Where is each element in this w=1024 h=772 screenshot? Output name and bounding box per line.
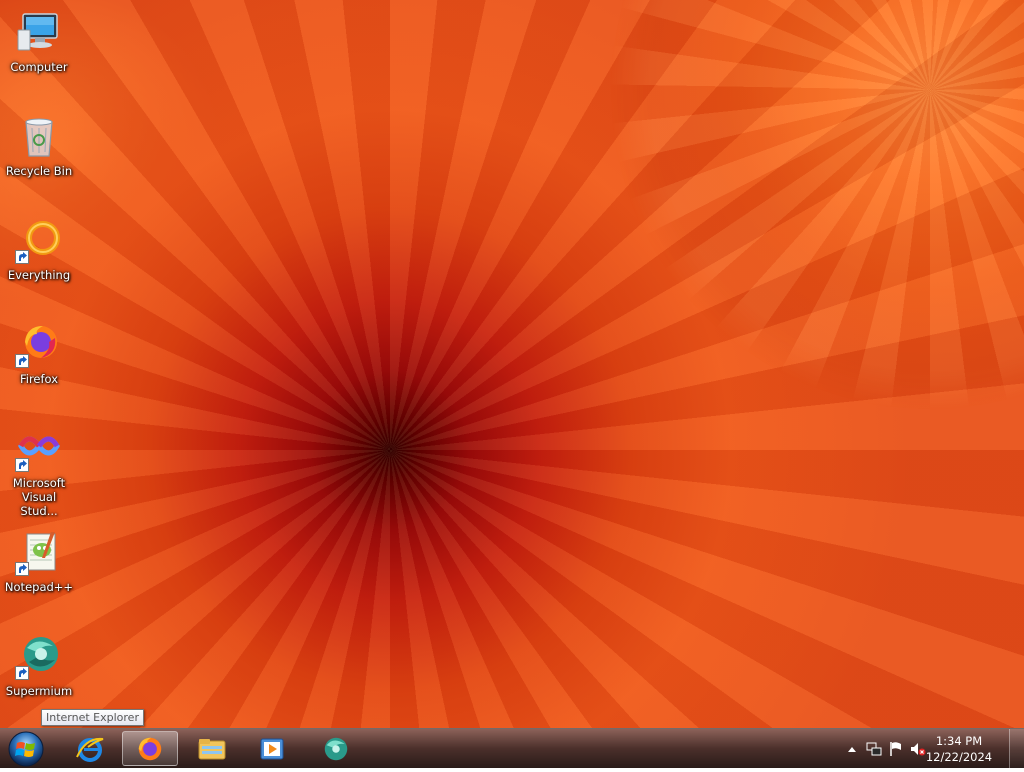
everything-icon [15, 216, 63, 264]
desktop-icon-label: Notepad++ [4, 580, 74, 594]
computer-icon [15, 8, 63, 56]
show-hidden-icons-icon[interactable] [844, 741, 860, 757]
desktop-icon-recycle-bin[interactable]: Recycle Bin [2, 106, 76, 202]
show-desktop-button[interactable] [1009, 729, 1024, 768]
desktop-icon-visual-studio[interactable]: Microsoft Visual Stud... [2, 418, 76, 518]
firefox-icon [15, 320, 63, 368]
shortcut-arrow-icon [15, 666, 29, 680]
start-button[interactable] [4, 730, 48, 768]
shortcut-arrow-icon [15, 562, 29, 576]
clock-date: 12/22/2024 [925, 750, 993, 764]
file-explorer-icon [198, 738, 226, 759]
taskbar: 1:34 PM 12/22/2024 [0, 728, 1024, 768]
desktop-icon-everything[interactable]: Everything [2, 210, 76, 306]
desktop-icon-label: Recycle Bin [5, 164, 73, 178]
internet-explorer-icon [76, 737, 104, 762]
desktop-icon-firefox[interactable]: Firefox [2, 314, 76, 410]
taskbar-internet-explorer[interactable] [62, 731, 118, 766]
notepad-plus-plus-icon [15, 528, 63, 576]
taskbar-firefox[interactable] [122, 731, 178, 766]
desktop-icon-label: Computer [10, 60, 68, 74]
shortcut-arrow-icon [15, 250, 29, 264]
clock[interactable]: 1:34 PM 12/22/2024 [924, 733, 994, 765]
visual-studio-icon [15, 424, 63, 472]
taskbar-supermium[interactable] [308, 731, 364, 766]
desktop-icon-label: Everything [7, 268, 71, 282]
shortcut-arrow-icon [15, 458, 29, 472]
desktop-icon-supermium[interactable]: Supermium [2, 626, 76, 722]
system-tray: 1:34 PM 12/22/2024 [824, 729, 1024, 769]
clock-time: 1:34 PM [935, 734, 983, 748]
network-icon[interactable] [866, 741, 882, 757]
recycle-bin-icon [15, 112, 63, 160]
supermium-icon [15, 632, 63, 680]
shortcut-arrow-icon [15, 354, 29, 368]
desktop-icon-label: Supermium [5, 684, 73, 698]
desktop-icon-computer[interactable]: Computer [2, 2, 76, 98]
windows-start-icon [8, 731, 44, 767]
action-center-flag-icon[interactable] [888, 741, 904, 757]
media-player-icon [260, 738, 284, 759]
desktop[interactable]: Computer Recycle Bin Everything Firefox … [0, 0, 1024, 728]
taskbar-media-player[interactable] [244, 731, 300, 766]
supermium-icon [324, 737, 348, 760]
desktop-icon-notepad-plus-plus[interactable]: Notepad++ [2, 522, 76, 618]
desktop-icon-label: Microsoft Visual Stud... [12, 476, 66, 518]
desktop-icon-label: Firefox [19, 372, 59, 386]
wallpaper-flower-secondary [0, 0, 1024, 728]
taskbar-file-explorer[interactable] [184, 731, 240, 766]
firefox-icon [138, 737, 162, 760]
tooltip: Internet Explorer [41, 709, 144, 726]
